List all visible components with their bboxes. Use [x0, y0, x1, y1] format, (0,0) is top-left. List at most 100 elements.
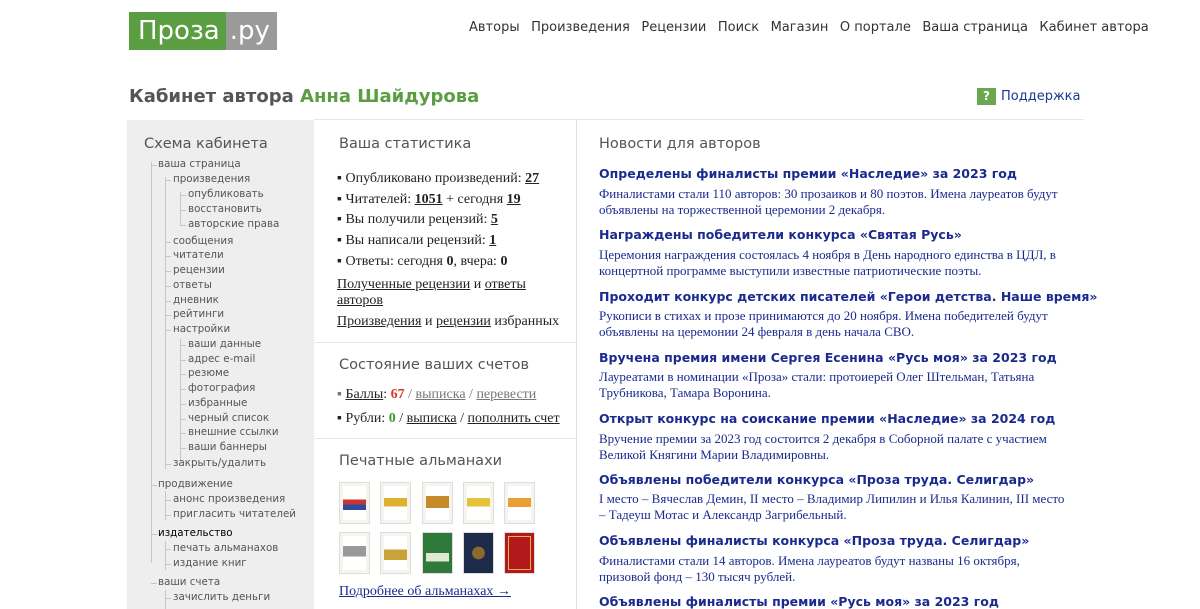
almanac-cover[interactable]: [339, 482, 370, 524]
received-reviews-link[interactable]: Полученные рецензии: [337, 277, 470, 292]
readers-count-link[interactable]: 1051: [415, 192, 443, 207]
tree-line: [151, 165, 157, 166]
tree-line: [180, 210, 186, 211]
tree-line: [165, 242, 171, 243]
tree-line: [180, 339, 181, 462]
tree-line: [151, 162, 152, 563]
sidebar-item-publish-books[interactable]: издание книг: [173, 557, 247, 569]
almanac-cover[interactable]: [504, 482, 535, 524]
almanac-cover[interactable]: [380, 532, 411, 574]
sidebar-item-diary[interactable]: дневник: [173, 294, 219, 306]
sidebar-item-messages[interactable]: сообщения: [173, 235, 233, 247]
sidebar-item-readers[interactable]: читатели: [173, 249, 224, 261]
sidebar-item-ratings[interactable]: рейтинги: [173, 308, 224, 320]
stat-readers: ▪ Читателей: 1051 + сегодня 19: [337, 192, 521, 207]
sidebar-item-restore[interactable]: восстановить: [188, 203, 262, 215]
favorite-works-link[interactable]: Произведения: [337, 314, 421, 329]
almanac-cover[interactable]: [339, 532, 370, 574]
almanac-cover[interactable]: [380, 482, 411, 524]
nav-works[interactable]: Произведения: [531, 20, 630, 35]
sidebar-item-your-accounts[interactable]: ваши счета: [158, 576, 220, 588]
topup-link[interactable]: пополнить счет: [468, 411, 560, 426]
cabinet-scheme-sidebar: Схема кабинета ваша страница произведени…: [127, 120, 314, 609]
tree-line: [180, 419, 186, 420]
sidebar-item-settings[interactable]: настройки: [173, 323, 230, 335]
sidebar-item-answers[interactable]: ответы: [173, 279, 212, 291]
almanac-cover[interactable]: [504, 532, 535, 574]
tree-line: [165, 286, 171, 287]
sidebar-title: Схема кабинета: [144, 136, 268, 152]
news-item-title[interactable]: Объявлены победители конкурса «Проза тру…: [599, 472, 1034, 487]
sidebar-item-blacklist[interactable]: черный список: [188, 412, 269, 424]
tree-line: [165, 500, 171, 501]
news-item-title[interactable]: Проходит конкурс детских писателей «Геро…: [599, 289, 1097, 304]
rubles-statement-link[interactable]: выписка: [407, 411, 457, 426]
sidebar-item-photo[interactable]: фотография: [188, 382, 255, 394]
sidebar-item-invite-readers[interactable]: пригласить читателей: [173, 508, 296, 520]
nav-about[interactable]: О портале: [840, 20, 911, 35]
author-name[interactable]: Анна Шайдурова: [300, 86, 479, 107]
stat-published: ▪ Опубликовано произведений: 27: [337, 171, 540, 186]
sidebar-item-copyright[interactable]: авторские права: [188, 218, 279, 230]
top-navigation: Авторы Произведения Рецензии Поиск Магаз…: [469, 20, 1160, 35]
sidebar-item-email[interactable]: адрес e-mail: [188, 353, 255, 365]
news-item-title[interactable]: Определены финалисты премии «Наследие» з…: [599, 166, 1017, 181]
tree-line: [180, 345, 186, 346]
sidebar-item-resume[interactable]: резюме: [188, 367, 229, 379]
support-link[interactable]: ? Поддержка: [977, 88, 1081, 105]
nav-authors[interactable]: Авторы: [469, 20, 520, 35]
news-item-body: Рукописи в стихах и прозе принимаются до…: [599, 308, 1048, 339]
readers-today-link[interactable]: 19: [507, 192, 521, 207]
stat-answers: ▪ Ответы: сегодня 0, вчера: 0: [337, 254, 508, 269]
page-title: Кабинет автора Анна Шайдурова: [129, 86, 479, 107]
sidebar-item-announce[interactable]: анонс произведения: [173, 493, 285, 505]
tree-line: [151, 485, 157, 486]
tree-line: [180, 195, 186, 196]
points-link[interactable]: Баллы: [345, 387, 383, 402]
sidebar-item-favorites[interactable]: избранные: [188, 397, 247, 409]
news-item-title[interactable]: Объявлены финалисты конкурса «Проза труд…: [599, 533, 1029, 548]
points-row: ▪ Баллы: 67 / выписка / перевести: [337, 387, 537, 402]
tree-line: [165, 598, 171, 599]
news-item-title[interactable]: Награждены победители конкурса «Святая Р…: [599, 227, 962, 242]
sidebar-item-banners[interactable]: ваши баннеры: [188, 441, 267, 453]
almanac-cover[interactable]: [422, 482, 453, 524]
news-item-body: Церемония награждения состоялась 4 ноябр…: [599, 247, 1056, 278]
almanacs-more-link[interactable]: Подробнее об альманахах →: [339, 584, 511, 599]
sidebar-item-close-delete[interactable]: закрыть/удалить: [173, 457, 266, 469]
nav-shop[interactable]: Магазин: [771, 20, 829, 35]
nav-reviews[interactable]: Рецензии: [641, 20, 706, 35]
sidebar-item-external-links[interactable]: внешние ссылки: [188, 426, 279, 438]
news-item-title[interactable]: Открыт конкурс на соискание премии «Насл…: [599, 411, 1055, 426]
sidebar-item-print-almanacs[interactable]: печать альманахов: [173, 542, 278, 554]
nav-search[interactable]: Поиск: [718, 20, 759, 35]
sidebar-item-works[interactable]: произведения: [173, 173, 250, 185]
nav-author-cabinet[interactable]: Кабинет автора: [1039, 20, 1148, 35]
sidebar-item-publishing[interactable]: издательство: [158, 527, 233, 539]
tree-line: [165, 315, 171, 316]
got-reviews-link[interactable]: 5: [491, 212, 498, 227]
nav-your-page[interactable]: Ваша страница: [922, 20, 1028, 35]
tree-line: [180, 192, 181, 226]
news-item-title[interactable]: Объявлены финалисты премии «Русь моя» за…: [599, 594, 999, 609]
tree-line: [165, 256, 171, 257]
almanac-cover[interactable]: [463, 532, 494, 574]
favorite-reviews-link[interactable]: рецензии: [436, 314, 491, 329]
published-count-link[interactable]: 27: [525, 171, 539, 186]
sidebar-item-your-data[interactable]: ваши данные: [188, 338, 261, 350]
points-statement-link[interactable]: выписка: [416, 387, 466, 402]
sidebar-item-your-page[interactable]: ваша страница: [158, 158, 241, 170]
wrote-reviews-link[interactable]: 1: [489, 233, 496, 248]
support-label: Поддержка: [1001, 89, 1081, 104]
tree-line: [165, 271, 171, 272]
site-logo[interactable]: Проза .ру: [129, 12, 277, 50]
news-title: Новости для авторов: [599, 136, 761, 152]
points-transfer-link[interactable]: перевести: [476, 387, 536, 402]
sidebar-item-deposit[interactable]: зачислить деньги: [173, 591, 270, 603]
almanac-cover[interactable]: [463, 482, 494, 524]
news-item-title[interactable]: Вручена премия имени Сергея Есенина «Рус…: [599, 350, 1057, 365]
sidebar-item-reviews[interactable]: рецензии: [173, 264, 225, 276]
sidebar-item-publish[interactable]: опубликовать: [188, 188, 264, 200]
sidebar-item-promotion[interactable]: продвижение: [158, 478, 233, 490]
almanac-cover[interactable]: [422, 532, 453, 574]
